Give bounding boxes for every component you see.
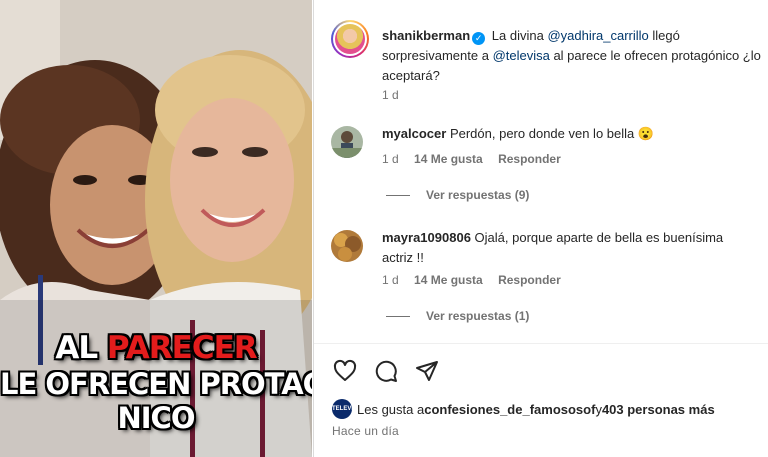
author-username[interactable]: shanikberman	[382, 28, 470, 43]
post-actions	[332, 357, 440, 385]
caption-line-1: AL PARECER	[55, 330, 257, 366]
comment-likes[interactable]: 14 Me gusta	[414, 273, 483, 287]
mention-link[interactable]: @yadhira_carrillo	[547, 28, 648, 43]
caption-line-3: NICO	[117, 401, 196, 435]
liker-avatar[interactable]: TELEVISA	[332, 399, 361, 419]
verified-icon: ✓	[472, 32, 486, 45]
liker-username[interactable]: confesiones_de_famososof	[424, 402, 595, 417]
commenter-username[interactable]: myalcocer	[382, 126, 446, 141]
comment-icon[interactable]	[373, 358, 399, 384]
comment-meta: 1 d 14 Me gusta Responder	[382, 152, 573, 166]
likes-summary: TELEVISA Les gusta a confesiones_de_famo…	[332, 399, 715, 419]
reply-button[interactable]: Responder	[498, 273, 561, 287]
avatar-image-icon	[331, 126, 363, 158]
comment-time: 1 d	[382, 152, 399, 166]
avatar-image-icon	[331, 230, 363, 262]
commenter-avatar[interactable]	[331, 230, 363, 262]
view-replies-button[interactable]: Ver respuestas (9)	[386, 188, 529, 202]
commenter-username[interactable]: mayra1090806	[382, 230, 471, 245]
reply-button[interactable]: Responder	[498, 152, 561, 166]
post-caption-time: 1 d	[382, 88, 399, 102]
share-icon[interactable]	[414, 358, 440, 384]
likes-count[interactable]: 403 personas más	[602, 402, 715, 417]
author-avatar[interactable]	[331, 20, 369, 58]
comment-meta: 1 d 14 Me gusta Responder	[382, 273, 573, 287]
post-timestamp: Hace un día	[332, 424, 399, 438]
comment-text: Perdón, pero donde ven lo bella 😮	[449, 126, 655, 141]
heart-icon[interactable]	[332, 358, 358, 384]
comments-panel: shanikberman ✓ La divina @yadhira_carrill…	[313, 0, 768, 457]
comment-likes[interactable]: 14 Me gusta	[414, 152, 483, 166]
mention-link[interactable]: @televisa	[493, 48, 550, 63]
comment-time: 1 d	[382, 273, 399, 287]
replies-divider	[386, 194, 410, 196]
view-replies-button[interactable]: Ver respuestas (1)	[386, 309, 529, 323]
caption-line-2: LE OFRECEN PROTAGÓ	[0, 367, 312, 401]
post-caption-block: shanikberman ✓ La divina @yadhira_carrill…	[314, 0, 768, 110]
replies-divider	[386, 315, 410, 317]
post-caption: shanikberman ✓ La divina @yadhira_carrill…	[382, 28, 761, 83]
post-photo: AL PARECER LE OFRECEN PROTAGÓ NICO	[0, 0, 312, 457]
actions-divider	[314, 343, 768, 344]
commenter-avatar[interactable]	[331, 126, 363, 158]
